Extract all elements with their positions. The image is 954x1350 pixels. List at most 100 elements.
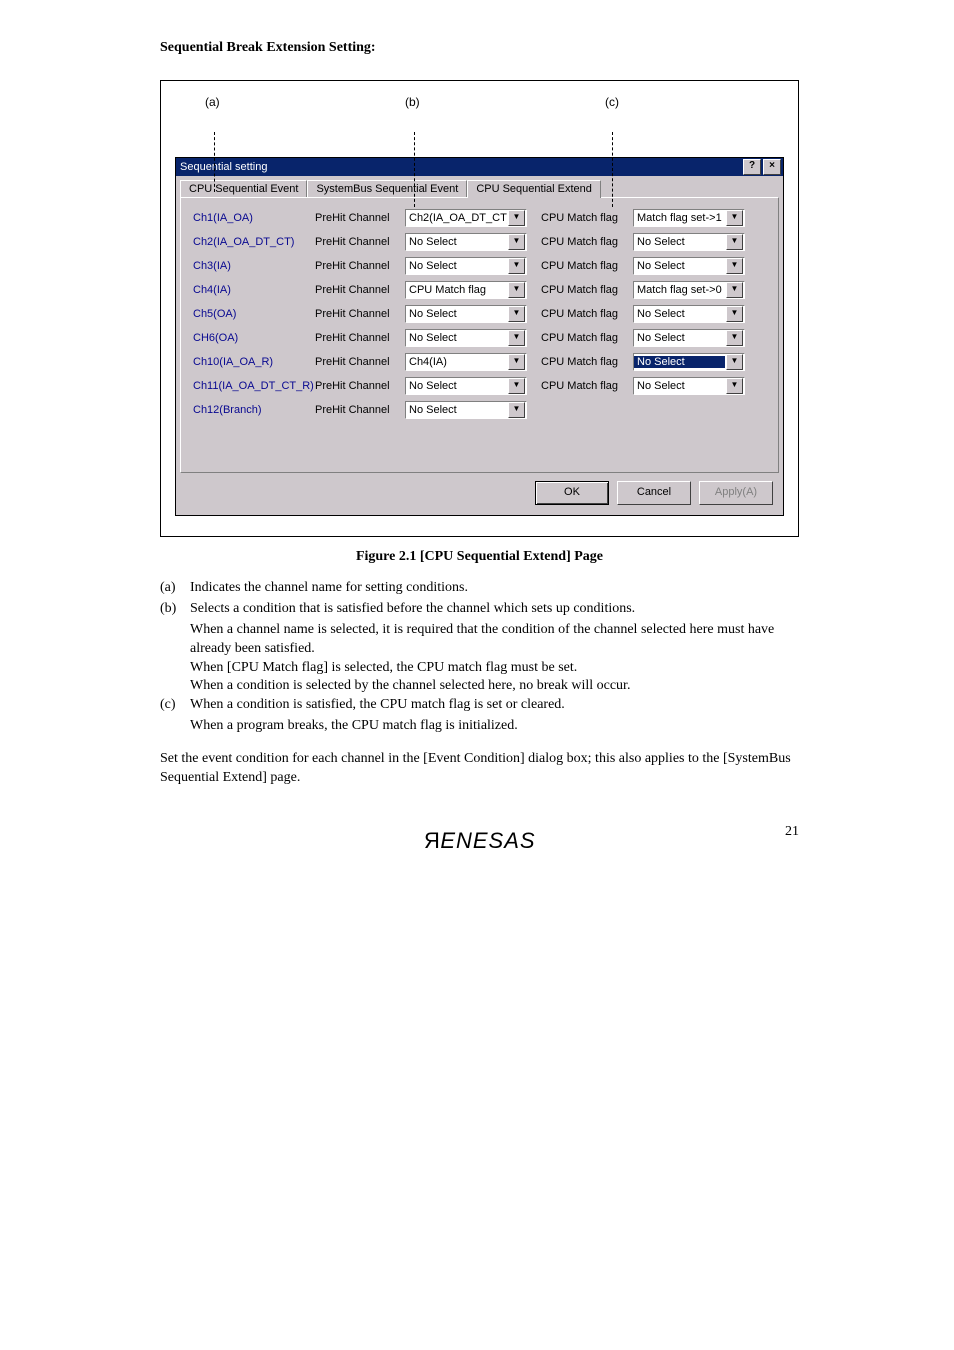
chevron-down-icon[interactable]: ▼: [508, 258, 525, 274]
tab-systembus-sequential-event[interactable]: SystemBus Sequential Event: [307, 180, 467, 197]
notes-list: (a) Indicates the channel name for setti…: [160, 579, 799, 736]
prehit-label: PreHit Channel: [315, 404, 401, 416]
note-c-line1: When a condition is satisfied, the CPU m…: [190, 696, 565, 715]
prehit-select[interactable]: No Select▼: [405, 257, 527, 275]
matchflag-select[interactable]: No Select▼: [633, 329, 745, 347]
ok-button[interactable]: OK: [535, 481, 609, 505]
matchflag-label: CPU Match flag: [541, 260, 629, 272]
channel-row: Ch2(IA_OA_DT_CT) PreHit Channel No Select▼…: [193, 230, 770, 254]
channel-row: Ch4(IA)PreHit ChannelCPU Match flag▼CPU …: [193, 278, 770, 302]
matchflag-label: CPU Match flag: [541, 308, 629, 320]
closing-paragraph: Set the event condition for each channel…: [160, 750, 799, 788]
note-a-text: Indicates the channel name for setting c…: [190, 579, 468, 598]
matchflag-label: CPU Match flag: [541, 284, 629, 296]
cancel-button[interactable]: Cancel: [617, 481, 691, 505]
channel-name: Ch12(Branch): [193, 404, 311, 416]
chevron-down-icon[interactable]: ▼: [508, 402, 525, 418]
tab-cpu-sequential-event[interactable]: CPU Sequential Event: [180, 180, 307, 197]
help-button[interactable]: ?: [743, 159, 761, 175]
prehit-label: PreHit Channel: [315, 236, 401, 248]
chevron-down-icon[interactable]: ▼: [726, 330, 743, 346]
dialog-titlebar: Sequential setting ? ×: [176, 158, 783, 176]
note-b-line2: When a channel name is selected, it is r…: [190, 621, 799, 659]
prehit-select[interactable]: No Select▼: [405, 233, 527, 251]
note-a-tag: (a): [160, 579, 190, 598]
prehit-label: PreHit Channel: [315, 332, 401, 344]
channel-name: Ch3(IA): [193, 260, 311, 272]
note-b-line1: Selects a condition that is satisfied be…: [190, 600, 635, 619]
channel-row: CH6(OA) PreHit Channel No Select▼ CPU Match…: [193, 326, 770, 350]
channel-row: Ch10(IA_OA_R) PreHit Channel Ch4(IA)▼ CPU M…: [193, 350, 770, 374]
prehit-label: PreHit Channel: [315, 212, 401, 224]
chevron-down-icon[interactable]: ▼: [508, 354, 525, 370]
figure-frame: (a) (b) (c) Sequential setting ? × CPU S…: [160, 80, 799, 537]
matchflag-label: CPU Match flag: [541, 356, 629, 368]
matchflag-label: CPU Match flag: [541, 332, 629, 344]
matchflag-select[interactable]: No Select▼: [633, 353, 745, 371]
annotation-labels: (a) (b) (c): [175, 95, 784, 157]
sequential-setting-dialog: Sequential setting ? × CPU Sequential Ev…: [175, 157, 784, 516]
note-c-tag: (c): [160, 696, 190, 715]
channel-row: Ch5(OA) PreHit Channel No Select▼ CPU Match…: [193, 302, 770, 326]
tab-panel: Ch1(IA_OA)PreHit ChannelCh2(IA_OA_DT_CT)…: [180, 197, 779, 473]
chevron-down-icon[interactable]: ▼: [508, 378, 525, 394]
chevron-down-icon[interactable]: ▼: [726, 378, 743, 394]
prehit-label: PreHit Channel: [315, 380, 401, 392]
annot-c: (c): [605, 95, 619, 109]
channel-row: Ch11(IA_OA_DT_CT_R) PreHit Channel No Sele…: [193, 374, 770, 398]
page-number: 21: [785, 824, 799, 840]
section-title: Sequential Break Extension Setting:: [160, 40, 799, 56]
matchflag-select[interactable]: Match flag set->0▼: [633, 281, 745, 299]
close-button[interactable]: ×: [763, 159, 781, 175]
chevron-down-icon[interactable]: ▼: [726, 258, 743, 274]
prehit-label: PreHit Channel: [315, 356, 401, 368]
channel-name: Ch10(IA_OA_R): [193, 356, 311, 368]
channel-row: Ch1(IA_OA)PreHit ChannelCh2(IA_OA_DT_CT)…: [193, 206, 770, 230]
chevron-down-icon[interactable]: ▼: [726, 306, 743, 322]
chevron-down-icon[interactable]: ▼: [508, 306, 525, 322]
channel-name: Ch4(IA): [193, 284, 311, 296]
channel-name: Ch5(OA): [193, 308, 311, 320]
chevron-down-icon[interactable]: ▼: [508, 330, 525, 346]
chevron-down-icon[interactable]: ▼: [726, 210, 743, 226]
note-b-line3: When [CPU Match flag] is selected, the C…: [190, 659, 799, 678]
figure-caption: Figure 2.1 [CPU Sequential Extend] Page: [160, 549, 799, 565]
chevron-down-icon[interactable]: ▼: [726, 282, 743, 298]
note-c-line2: When a program breaks, the CPU match fla…: [190, 717, 799, 736]
chevron-down-icon[interactable]: ▼: [726, 234, 743, 250]
matchflag-label: CPU Match flag: [541, 236, 629, 248]
annot-a: (a): [205, 95, 220, 109]
apply-button[interactable]: Apply(A): [699, 481, 773, 505]
dialog-buttons: OK Cancel Apply(A): [176, 481, 783, 515]
prehit-select[interactable]: No Select▼: [405, 305, 527, 323]
matchflag-select[interactable]: Match flag set->1▼: [633, 209, 745, 227]
matchflag-select[interactable]: No Select▼: [633, 233, 745, 251]
dialog-title: Sequential setting: [180, 161, 267, 173]
prehit-select[interactable]: No Select▼: [405, 401, 527, 419]
prehit-select[interactable]: CPU Match flag▼: [405, 281, 527, 299]
channel-name: CH6(OA): [193, 332, 311, 344]
channel-name: Ch2(IA_OA_DT_CT): [193, 236, 311, 248]
prehit-label: PreHit Channel: [315, 284, 401, 296]
prehit-select[interactable]: Ch4(IA)▼: [405, 353, 527, 371]
prehit-label: PreHit Channel: [315, 260, 401, 272]
matchflag-label: CPU Match flag: [541, 212, 629, 224]
prehit-label: PreHit Channel: [315, 308, 401, 320]
chevron-down-icon[interactable]: ▼: [508, 282, 525, 298]
channel-row: Ch12(Branch) PreHit Channel No Select▼: [193, 398, 770, 422]
matchflag-select[interactable]: No Select▼: [633, 377, 745, 395]
chevron-down-icon[interactable]: ▼: [726, 354, 743, 370]
matchflag-select[interactable]: No Select▼: [633, 305, 745, 323]
prehit-select[interactable]: Ch2(IA_OA_DT_CT)▼: [405, 209, 527, 227]
channel-name: Ch11(IA_OA_DT_CT_R): [193, 380, 311, 392]
channel-row: Ch3(IA) PreHit Channel No Select▼ CPU Match…: [193, 254, 770, 278]
tab-cpu-sequential-extend[interactable]: CPU Sequential Extend: [467, 180, 601, 198]
annot-b: (b): [405, 95, 420, 109]
prehit-select[interactable]: No Select▼: [405, 377, 527, 395]
matchflag-select[interactable]: No Select▼: [633, 257, 745, 275]
chevron-down-icon[interactable]: ▼: [508, 234, 525, 250]
note-b-line4: When a condition is selected by the chan…: [190, 677, 799, 696]
prehit-select[interactable]: No Select▼: [405, 329, 527, 347]
tabstrip: CPU Sequential Event SystemBus Sequentia…: [180, 180, 779, 197]
chevron-down-icon[interactable]: ▼: [508, 210, 525, 226]
